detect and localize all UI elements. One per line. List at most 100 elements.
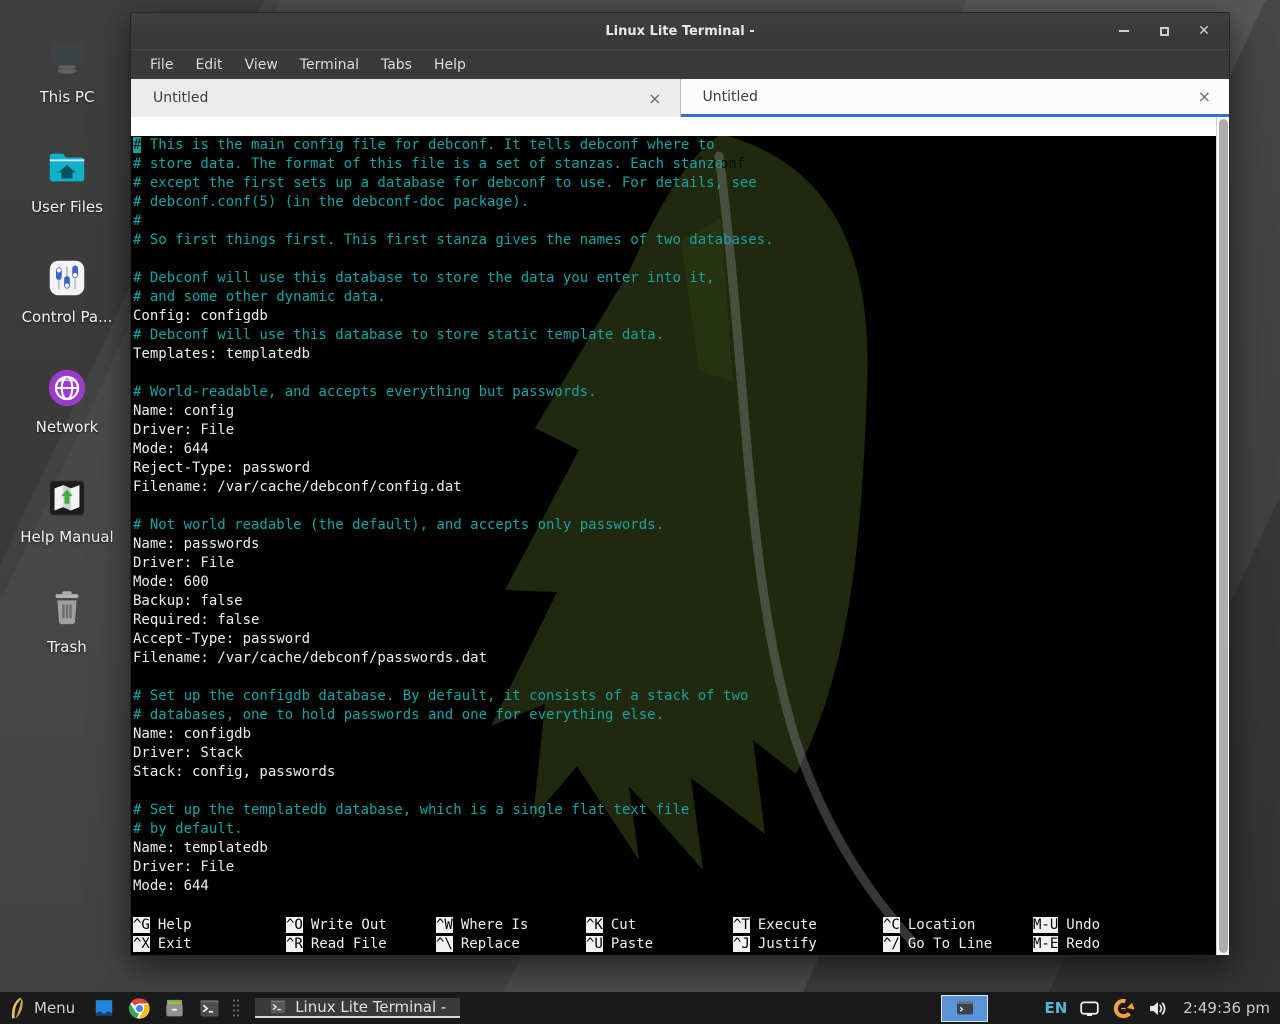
shortcut-key: ^T	[733, 917, 750, 933]
terminal-window: Linux Lite Terminal - ✕ FileEditViewTerm…	[130, 12, 1230, 956]
shortcut-key: ^X	[133, 936, 150, 952]
volume-tray-icon[interactable]	[1145, 996, 1169, 1020]
scrollbar-thumb[interactable]	[1219, 119, 1228, 953]
window-titlebar[interactable]: Linux Lite Terminal - ✕	[131, 13, 1229, 49]
monitor-icon	[43, 34, 91, 82]
desktop-icon-this-pc[interactable]: This PC	[14, 34, 120, 144]
buffer-line: # debconf.conf(5) (in the debconf-doc pa…	[133, 193, 1216, 212]
update-manager-tray-icon[interactable]	[1111, 996, 1135, 1020]
desktop-icon-help-manual[interactable]: Help Manual	[14, 474, 120, 584]
launcher-file-manager-icon[interactable]	[162, 996, 186, 1020]
launcher-chrome-icon[interactable]	[127, 996, 151, 1020]
menu-help[interactable]: Help	[423, 50, 477, 79]
desktop-icon-list: This PC User Files Control Pa... Network Hel…	[14, 34, 120, 694]
nano-title-bar: GNU nano 7.2 /etc/debconf.conf	[131, 117, 1216, 136]
desktop-icon-trash[interactable]: Trash	[14, 584, 120, 694]
shortcut-key: ^\	[436, 936, 453, 952]
menu-view[interactable]: View	[234, 50, 289, 79]
start-menu-button[interactable]: Menu	[8, 997, 75, 1019]
desktop-icon-label: Trash	[47, 638, 87, 656]
tab-untitled-2-active[interactable]: Untitled ×	[681, 79, 1230, 117]
buffer-line: # World-readable, and accepts everything…	[133, 383, 1216, 402]
linux-lite-feather-icon	[8, 997, 27, 1019]
menu-tabs[interactable]: Tabs	[370, 50, 423, 79]
shortcut-label: Read File	[311, 936, 387, 952]
desktop-icon-control-pa[interactable]: Control Pa...	[14, 254, 120, 364]
buffer-line: Accept-Type: password	[133, 630, 1216, 649]
buffer-line: # This is the main config file for debco…	[133, 136, 1216, 155]
desktop-icon-network[interactable]: Network	[14, 364, 120, 474]
maximize-button[interactable]	[1157, 24, 1171, 38]
task-terminal-icon	[269, 998, 287, 1016]
task-button-label: Linux Lite Terminal -	[295, 998, 446, 1016]
buffer-line: Config: configdb	[133, 307, 1216, 326]
nano-shortcut-bar: ^GHelp^OWrite Out^WWhere Is^KCut^TExecut…	[133, 916, 1216, 954]
nano-shortcut: ^GHelp	[133, 916, 286, 935]
buffer-line: Driver: File	[133, 554, 1216, 573]
close-button[interactable]: ✕	[1197, 24, 1211, 38]
keyboard-language-indicator[interactable]: EN	[1044, 999, 1067, 1017]
nano-shortcut: ^/Go To Line	[883, 935, 1033, 954]
shortcut-label: Redo	[1066, 936, 1100, 952]
shortcut-label: Paste	[611, 936, 653, 952]
desktop-icon-label: Network	[36, 418, 99, 436]
buffer-line: Backup: false	[133, 592, 1216, 611]
shortcut-key: ^W	[436, 917, 453, 933]
clock[interactable]: 2:49:36 pm	[1183, 999, 1270, 1017]
taskbar: Menu	[0, 992, 1280, 1024]
minimize-button[interactable]	[1117, 24, 1131, 38]
terminal-screen[interactable]: GNU nano 7.2 /etc/debconf.conf # This is…	[131, 117, 1229, 955]
shortcut-label: Location	[908, 917, 975, 933]
buffer-line: Mode: 644	[133, 440, 1216, 459]
shortcut-label: Undo	[1066, 917, 1100, 933]
shortcut-key: ^J	[733, 936, 750, 952]
nano-text-buffer: # This is the main config file for debco…	[133, 136, 1216, 896]
buffer-line: # and some other dynamic data.	[133, 288, 1216, 307]
buffer-line: # So first things first. This first stan…	[133, 231, 1216, 250]
desktop-icon-label: Help Manual	[20, 528, 113, 546]
display-settings-tray-icon[interactable]	[1077, 996, 1101, 1020]
desktop-icon-label: This PC	[40, 88, 95, 106]
buffer-line: Name: templatedb	[133, 839, 1216, 858]
buffer-line: Name: config	[133, 402, 1216, 421]
menu-file[interactable]: File	[139, 50, 184, 79]
trash-icon	[43, 584, 91, 632]
workspace-window-icon	[955, 1000, 975, 1016]
buffer-line: Stack: config, passwords	[133, 763, 1216, 782]
nano-shortcut: ^KCut	[586, 916, 733, 935]
launcher-blue-window-icon[interactable]	[92, 996, 116, 1020]
tab-close-icon[interactable]: ×	[1196, 87, 1213, 106]
terminal-scrollbar[interactable]	[1216, 117, 1229, 955]
buffer-line	[133, 250, 1216, 269]
workspace-switcher[interactable]	[941, 995, 988, 1022]
buffer-line	[133, 668, 1216, 687]
shortcut-label: Replace	[461, 936, 520, 952]
buffer-line: Filename: /var/cache/debconf/passwords.d…	[133, 649, 1216, 668]
shortcut-label: Write Out	[311, 917, 387, 933]
desktop-icon-user-files[interactable]: User Files	[14, 144, 120, 254]
buffer-line: Required: false	[133, 611, 1216, 630]
shortcut-key: ^U	[586, 936, 603, 952]
shortcut-key: ^/	[883, 936, 900, 952]
buffer-line	[133, 497, 1216, 516]
desktop-icon-label: User Files	[31, 198, 103, 216]
launcher-terminal-icon[interactable]	[197, 996, 221, 1020]
buffer-line	[133, 782, 1216, 801]
buffer-line: # Set up the templatedb database, which …	[133, 801, 1216, 820]
nano-shortcut: ^CLocation	[883, 916, 1033, 935]
tab-label: Untitled	[703, 89, 758, 105]
tab-untitled-1[interactable]: Untitled ×	[131, 79, 681, 117]
nano-shortcut: M-UUndo	[1033, 916, 1216, 935]
buffer-line: Reject-Type: password	[133, 459, 1216, 478]
nano-shortcut: ^OWrite Out	[286, 916, 436, 935]
tab-close-icon[interactable]: ×	[646, 89, 663, 108]
menu-edit[interactable]: Edit	[184, 50, 233, 79]
menu-bar: FileEditViewTerminalTabsHelp	[131, 49, 1229, 79]
buffer-line: # Set up the configdb database. By defau…	[133, 687, 1216, 706]
menu-terminal[interactable]: Terminal	[289, 50, 370, 79]
taskbar-window-button[interactable]: Linux Lite Terminal -	[255, 998, 460, 1018]
panel-drag-handle[interactable]	[232, 998, 240, 1018]
shortcut-key: M-E	[1033, 936, 1058, 952]
buffer-line: Mode: 600	[133, 573, 1216, 592]
buffer-line: Driver: Stack	[133, 744, 1216, 763]
